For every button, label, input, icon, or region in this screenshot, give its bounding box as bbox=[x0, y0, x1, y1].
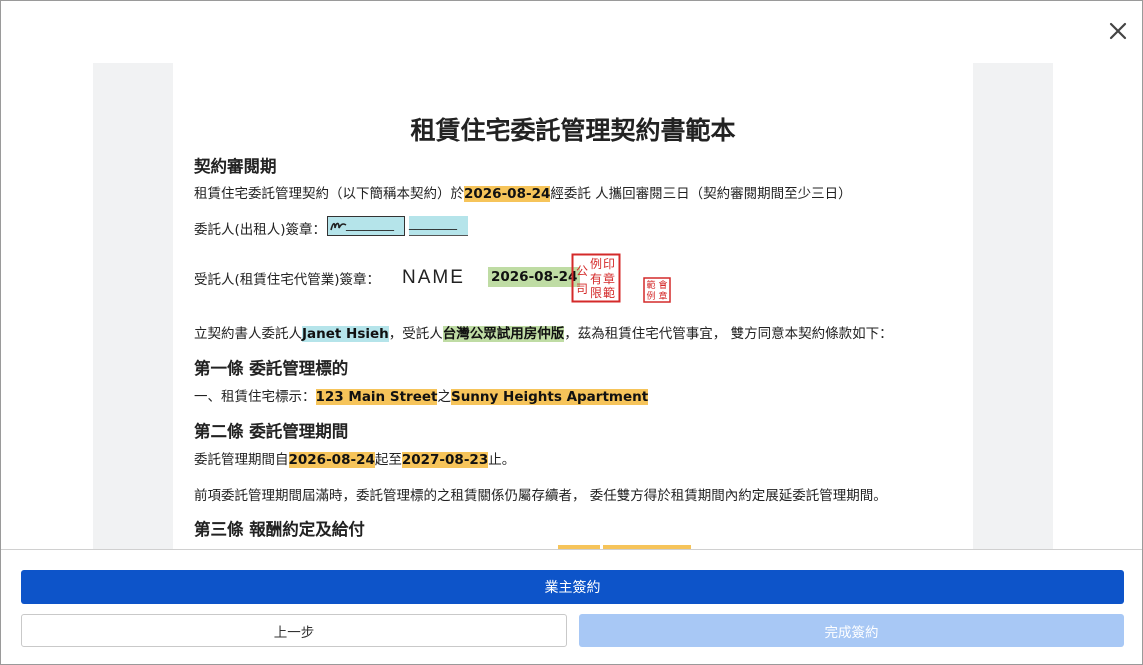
seal-char: 限 bbox=[590, 286, 602, 300]
building-name: Sunny Heights Apartment bbox=[450, 389, 649, 405]
intro-text-2: ，受託人 bbox=[388, 326, 443, 342]
intro-line: 立契約書人委託人Janet Hsieh，受託人台灣公眾試用房仲版，茲為租賃住宅代… bbox=[194, 322, 893, 342]
document-page: 租賃住宅委託管理契約書範本 契約審閱期 租賃住宅委託管理契約（以下簡稱本契約）於… bbox=[173, 63, 973, 549]
article2-text-1: 委託管理期間自 bbox=[194, 452, 289, 468]
owner-sign-button[interactable]: 業主簽約 bbox=[21, 570, 1124, 604]
principal-sign-label: 委託人(出租人)簽章： bbox=[194, 222, 327, 238]
representative-seal-icon: 會 範 章 例 bbox=[643, 277, 671, 303]
principal-blank-2: ________ bbox=[409, 216, 457, 230]
complete-signing-button[interactable]: 完成簽約 bbox=[579, 614, 1124, 647]
seal-char: 會 bbox=[658, 279, 667, 291]
seal-char: 範 bbox=[603, 285, 615, 300]
article1-heading: 第一條 委託管理標的 bbox=[194, 359, 349, 378]
company-seal-icon: 印 例 公 章 有 司 範 限 bbox=[571, 253, 621, 303]
seal-char: 範 bbox=[646, 279, 655, 291]
seal-char: 有 bbox=[590, 272, 602, 286]
principal-date-field[interactable]: ________ bbox=[409, 216, 468, 236]
seal-char: 例 bbox=[590, 257, 602, 271]
seal-char: 章 bbox=[603, 271, 615, 286]
seal-char: 司 bbox=[576, 282, 588, 296]
seal-char: 印 bbox=[603, 257, 615, 271]
document-viewer[interactable]: 租賃住宅委託管理契約書範本 契約審閱期 租賃住宅委託管理契約（以下簡稱本契約）於… bbox=[93, 63, 1053, 549]
previous-step-button[interactable]: 上一步 bbox=[21, 614, 567, 647]
article2-period-line: 委託管理期間自2026-08-24起至2027-08-23止。 bbox=[194, 448, 515, 468]
seal-char: 例 bbox=[646, 290, 655, 302]
review-text-before: 租賃住宅委託管理契約（以下簡稱本契約）於 bbox=[194, 186, 464, 202]
article2-text-3: 止。 bbox=[488, 452, 516, 468]
agent-name-signature[interactable]: NAME bbox=[402, 267, 465, 289]
agent-sign-label: 受託人(租賃住宅代管業)簽章： bbox=[194, 272, 381, 288]
end-date: 2027-08-23 bbox=[401, 452, 489, 468]
seal-char: 公 bbox=[576, 264, 588, 278]
action-footer: 業主簽約 上一步 完成簽約 bbox=[1, 549, 1142, 664]
property-address: 123 Main Street bbox=[315, 389, 438, 405]
agent-sign-date[interactable]: 2026-08-24 bbox=[488, 267, 581, 287]
article1-line: 一、租賃住宅標示：123 Main Street之Sunny Heights A… bbox=[194, 385, 649, 405]
document-title: 租賃住宅委託管理契約書範本 bbox=[410, 116, 736, 145]
article2-renewal-line: 前項委託管理期間屆滿時，委託管理標的之租賃關係仍屬存續者， 委任雙方得於租賃期間… bbox=[194, 488, 887, 504]
review-line: 租賃住宅委託管理契約（以下簡稱本契約）於2026-08-24經委託 人攜回審閱三… bbox=[194, 182, 852, 202]
article1-text-2: 之 bbox=[437, 389, 451, 405]
article1-text-1: 一、租賃住宅標示： bbox=[194, 389, 316, 405]
review-date: 2026-08-24 bbox=[464, 186, 551, 202]
agent-name: 台灣公眾試用房仲版 bbox=[442, 326, 565, 342]
start-date: 2026-08-24 bbox=[288, 452, 375, 468]
close-icon[interactable] bbox=[1106, 19, 1130, 43]
article2-heading: 第二條 委託管理期間 bbox=[194, 422, 349, 441]
principal-blank-1: ________ bbox=[346, 217, 394, 231]
article3-heading: 第三條 報酬約定及給付 bbox=[194, 520, 365, 539]
intro-text-1: 立契約書人委託人 bbox=[194, 326, 302, 342]
review-text-after: 經委託 人攜回審閱三日（契約審閱期間至少三日） bbox=[550, 186, 852, 202]
principal-name: Janet Hsieh bbox=[302, 326, 389, 342]
review-heading: 契約審閱期 bbox=[194, 157, 277, 176]
signing-dialog: 租賃住宅委託管理契約書範本 契約審閱期 租賃住宅委託管理契約（以下簡稱本契約）於… bbox=[0, 0, 1143, 665]
seal-char: 章 bbox=[658, 290, 667, 302]
principal-signature-field[interactable]: ________ bbox=[327, 216, 405, 236]
intro-text-3: ，茲為租賃住宅代管事宜， 雙方同意本契約條款如下： bbox=[564, 326, 893, 342]
article2-text-2: 起至 bbox=[374, 452, 402, 468]
